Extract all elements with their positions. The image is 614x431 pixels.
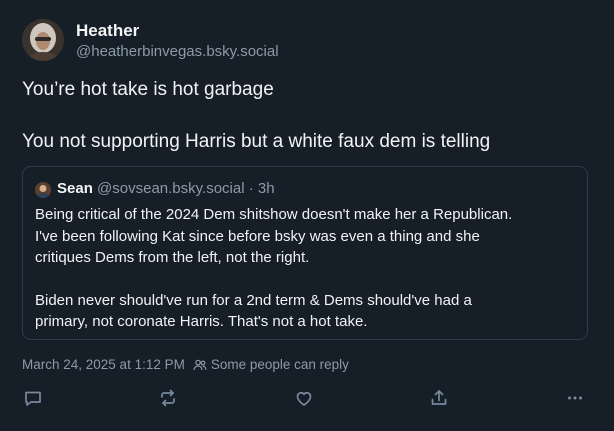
share-upload-icon [429,388,449,408]
quote-text-line: Biden never should've run for a 2nd term… [35,291,472,309]
people-icon [193,358,207,372]
quote-author-handle: @sovsean.bsky.social [97,180,245,197]
quoted-post[interactable]: Sean @sovsean.bsky.social · 3h Being cri… [22,166,588,340]
repost-arrows-icon [158,388,178,408]
author-handle[interactable]: @heatherbinvegas.bsky.social [76,43,279,60]
like-button[interactable] [292,386,316,410]
quote-text-line: critiques Dems from the left, not the ri… [35,249,310,266]
quote-separator: · [248,180,254,197]
quote-paragraph-gap [35,269,575,290]
quote-author-name: Sean [57,180,93,197]
author-avatar[interactable] [22,19,64,61]
reply-button[interactable] [21,386,45,410]
quote-text-line: I've been following Kat since before bsk… [35,227,480,245]
share-button[interactable] [427,386,451,410]
author-display-name[interactable]: Heather [76,21,139,41]
quote-author-line: Sean @sovsean.bsky.social · 3h [57,180,275,197]
more-options-button[interactable] [563,386,587,410]
ellipsis-icon [565,388,585,408]
quote-text-line: primary, not coronate Harris. That's not… [35,313,368,330]
quote-time: 3h [257,180,275,197]
post: Heather @heatherbinvegas.bsky.social You… [0,0,614,431]
post-actions [0,386,614,410]
speech-bubble-icon [23,388,43,408]
post-timestamp: March 24, 2025 at 1:12 PM [22,357,185,372]
repost-button[interactable] [156,386,180,410]
heart-icon [294,388,314,408]
post-text-line: You’re hot take is hot garbage [22,79,274,100]
quote-author-avatar [35,182,51,198]
reply-setting[interactable]: Some people can reply [211,357,349,372]
quote-body: Being critical of the 2024 Dem shitshow … [35,204,575,333]
post-text-line: You not supporting Harris but a white fa… [22,131,491,152]
post-meta: March 24, 2025 at 1:12 PM Some people ca… [22,357,349,372]
quote-text-line: Being critical of the 2024 Dem shitshow … [35,206,513,223]
